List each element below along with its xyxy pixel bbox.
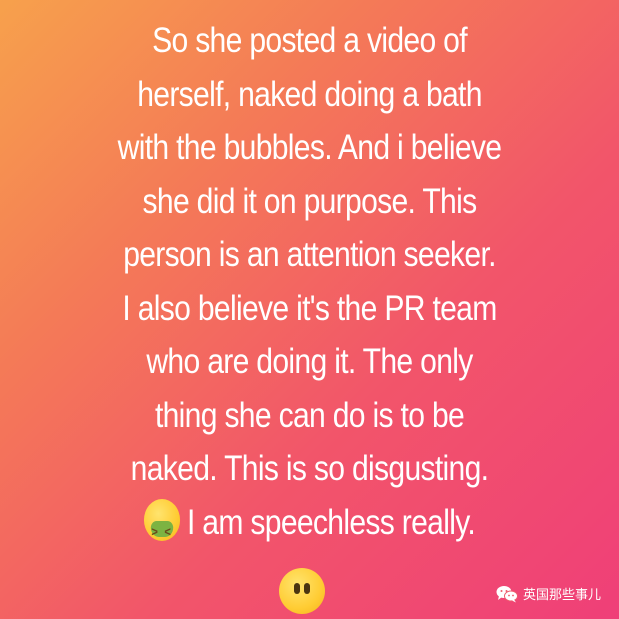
post-line: So she posted a video of bbox=[152, 21, 468, 60]
post-text: So she posted a video of herself, naked … bbox=[43, 14, 575, 559]
emoji-eye bbox=[304, 583, 310, 594]
post-line: naked. This is so disgusting. bbox=[130, 449, 489, 488]
post-line: I also believe it's the PR team bbox=[122, 288, 497, 328]
wechat-icon bbox=[496, 585, 518, 602]
post-line-text: I am speechless really. bbox=[186, 502, 476, 542]
post-line: who are doing it. The only bbox=[146, 342, 473, 381]
watermark-text: 英国那些事儿 bbox=[522, 588, 601, 603]
nauseated-face-icon bbox=[143, 499, 181, 559]
watermark: 英国那些事儿 bbox=[496, 584, 601, 603]
post-line: she did it on purpose. This bbox=[142, 181, 478, 221]
post-line: herself, naked doing a bath bbox=[137, 74, 482, 114]
emoji-eye bbox=[294, 583, 300, 594]
post-line: with the bubbles. And i believe bbox=[117, 128, 502, 167]
post-line: thing she can do is to be bbox=[154, 395, 465, 435]
post-line-last: I am speechless really. bbox=[43, 496, 575, 559]
post-line: person is an attention seeker. bbox=[123, 235, 496, 274]
face-without-mouth-icon bbox=[279, 568, 325, 614]
